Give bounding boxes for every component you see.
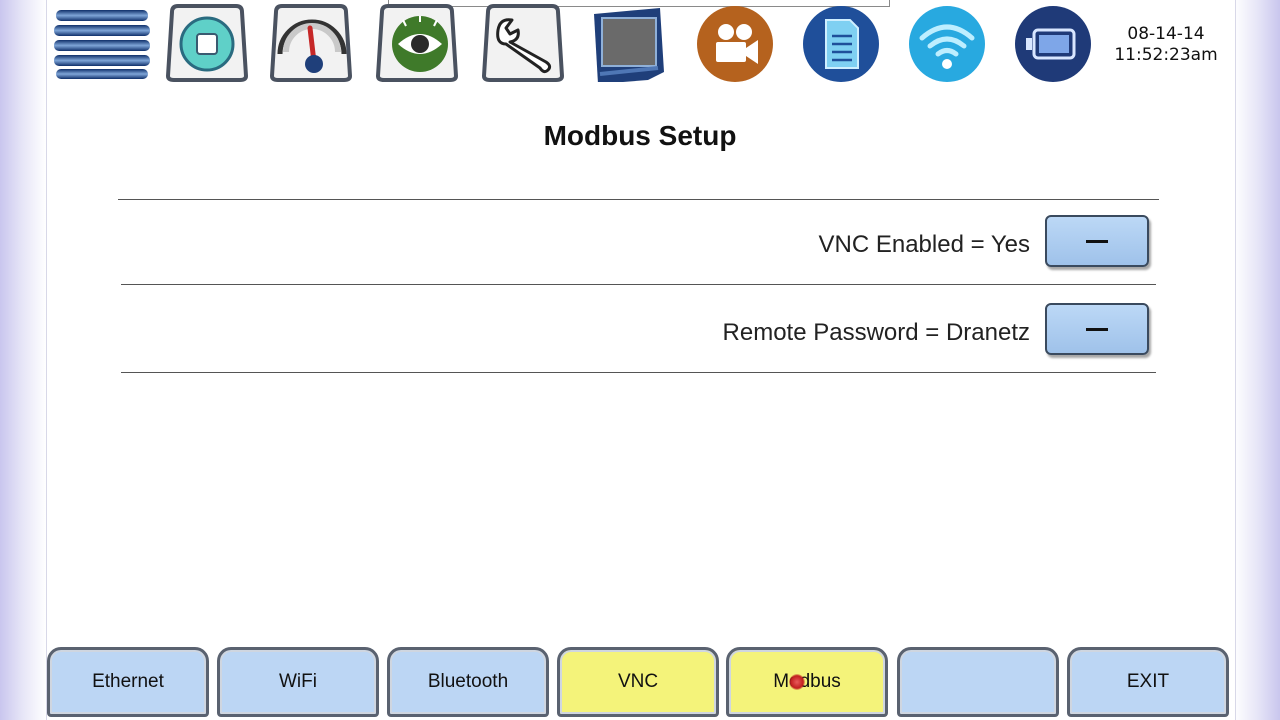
wrench-icon[interactable] bbox=[482, 4, 564, 82]
page-title: Modbus Setup bbox=[543, 120, 737, 151]
gauge-icon[interactable] bbox=[270, 4, 352, 82]
device-screen bbox=[46, 0, 1236, 720]
remote-password-edit-button[interactable] bbox=[1045, 303, 1149, 355]
monitor-icon[interactable] bbox=[590, 4, 672, 82]
battery-icon[interactable] bbox=[1012, 4, 1094, 82]
tab-ethernet[interactable]: Ethernet bbox=[47, 647, 209, 717]
tab-blank[interactable] bbox=[897, 647, 1059, 717]
tab-vnc[interactable]: VNC bbox=[557, 647, 719, 717]
divider bbox=[121, 284, 1156, 285]
minus-icon bbox=[1086, 327, 1108, 331]
minus-icon bbox=[1086, 239, 1108, 243]
divider bbox=[121, 372, 1156, 373]
remote-password-label: Remote Password = Dranetz bbox=[722, 319, 1030, 346]
dranetz-logo-icon[interactable] bbox=[54, 8, 150, 80]
video-camera-icon[interactable] bbox=[694, 4, 776, 82]
tab-bluetooth[interactable]: Bluetooth bbox=[387, 647, 549, 717]
vnc-enabled-edit-button[interactable] bbox=[1045, 215, 1149, 267]
wifi-icon[interactable] bbox=[906, 4, 988, 82]
time-text: 11:52:23am bbox=[1114, 45, 1218, 65]
tab-exit[interactable]: EXIT bbox=[1067, 647, 1229, 717]
document-icon[interactable] bbox=[800, 4, 882, 82]
stop-icon[interactable] bbox=[166, 4, 248, 82]
tab-wifi[interactable]: WiFi bbox=[217, 647, 379, 717]
eye-icon[interactable] bbox=[376, 4, 458, 82]
vnc-enabled-label: VNC Enabled = Yes bbox=[818, 231, 1031, 258]
date-text: 08-14-14 bbox=[1127, 24, 1205, 44]
divider bbox=[118, 199, 1159, 200]
touch-cursor-icon bbox=[789, 674, 805, 690]
date-time-readout: 08-14-14 11:52:23am bbox=[1110, 24, 1222, 66]
tab-modbus[interactable]: Modbus bbox=[726, 647, 888, 717]
